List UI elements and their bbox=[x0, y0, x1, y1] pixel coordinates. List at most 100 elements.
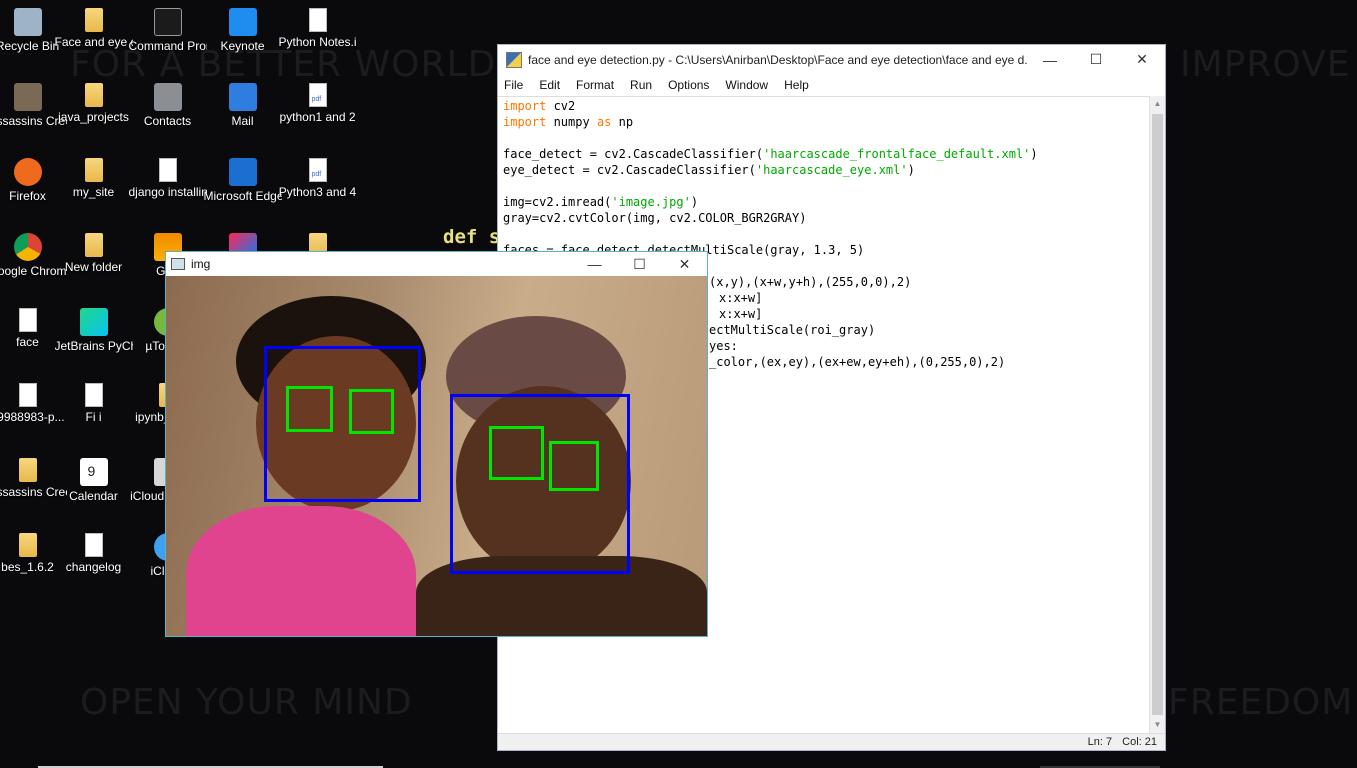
face-box bbox=[450, 394, 630, 574]
desktop-icon[interactable]: Mail bbox=[205, 77, 280, 129]
desktop-icon[interactable]: my_site bbox=[56, 152, 131, 200]
status-bar: Ln: 7 Col: 21 bbox=[498, 733, 1165, 750]
desktop-icon-label: my_site bbox=[72, 185, 115, 199]
desktop-icon-label: Fi i bbox=[85, 410, 102, 424]
desktop-icon[interactable]: 9 Calendar bbox=[56, 452, 131, 504]
menu-help[interactable]: Help bbox=[784, 78, 809, 92]
desktop-icon[interactable]: Fi i bbox=[56, 377, 131, 425]
desktop-icon[interactable]: django installing ... bbox=[128, 152, 207, 200]
image-window-titlebar[interactable]: img — ☐ ✕ bbox=[166, 252, 707, 276]
wallpaper-text: FREEDOM bbox=[1168, 682, 1354, 723]
editor-title: face and eye detection.py - C:\Users\Ani… bbox=[528, 52, 1027, 67]
desktop-icon-label: Python Notes.ipynb bbox=[278, 35, 357, 49]
menu-run[interactable]: Run bbox=[630, 78, 652, 92]
desktop-icon[interactable]: New folder bbox=[56, 227, 131, 275]
code-line: import cv2 bbox=[503, 99, 576, 113]
desktop-icon[interactable]: python1 and 2 bbox=[279, 77, 356, 125]
desktop-icon-label: bes_1.6.2 bbox=[1, 560, 54, 574]
calendar-icon: 9 bbox=[79, 458, 108, 486]
desktop-icon-label: Command Prompt bbox=[128, 39, 207, 53]
folder-icon bbox=[84, 8, 103, 32]
eye-box bbox=[349, 389, 394, 434]
document-icon bbox=[84, 533, 103, 557]
wallpaper-text: OPEN YOUR MIND bbox=[80, 682, 413, 723]
eye-box bbox=[549, 441, 599, 491]
menu-format[interactable]: Format bbox=[576, 78, 614, 92]
menu-file[interactable]: File bbox=[504, 78, 523, 92]
desktop-icon-label: changelog bbox=[65, 560, 122, 574]
close-button[interactable]: ✕ bbox=[1119, 45, 1165, 74]
folder-icon bbox=[18, 533, 37, 557]
pdf-icon bbox=[308, 83, 327, 107]
menu-options[interactable]: Options bbox=[668, 78, 709, 92]
desktop-icon[interactable]: Contacts bbox=[130, 77, 205, 129]
image-window-title: img bbox=[191, 257, 211, 271]
desktop-icon-label: django installing ... bbox=[128, 185, 207, 199]
desktop-icon[interactable]: changelog bbox=[56, 527, 131, 575]
shirt-left bbox=[186, 506, 416, 636]
desktop-icon-label: java_projects bbox=[58, 110, 129, 124]
folder-icon bbox=[84, 233, 103, 257]
desktop-icon-label: Mail bbox=[231, 114, 254, 128]
desktop-icon[interactable]: Python Notes.ipynb bbox=[278, 2, 357, 50]
desktop-icon[interactable]: Keynote bbox=[205, 2, 280, 54]
code-line: eye_detect = cv2.CascadeClassifier('haar… bbox=[503, 163, 915, 177]
eye-box bbox=[489, 426, 544, 480]
desktop-icon[interactable]: Python3 and 4 bbox=[278, 152, 357, 200]
window-icon bbox=[171, 258, 185, 270]
maximize-button[interactable]: ☐ bbox=[1073, 45, 1119, 74]
assassins-creed-icon bbox=[13, 83, 42, 111]
code-line: gray=cv2.cvtColor(img, cv2.COLOR_BGR2GRA… bbox=[503, 211, 807, 225]
editor-titlebar[interactable]: face and eye detection.py - C:\Users\Ani… bbox=[498, 45, 1165, 74]
contacts-icon bbox=[153, 83, 182, 111]
mail-icon bbox=[228, 83, 257, 111]
desktop-icon[interactable]: Microsoft Edge bbox=[203, 152, 282, 204]
wallpaper-text: IMPROVE bbox=[1180, 44, 1351, 85]
maximize-button[interactable]: ☐ bbox=[617, 252, 662, 276]
chrome-icon bbox=[13, 233, 42, 261]
close-button[interactable]: ✕ bbox=[662, 252, 707, 276]
minimize-button[interactable]: — bbox=[572, 252, 617, 276]
pycharm-icon bbox=[79, 308, 108, 336]
desktop-icon-label: Face and eye detection bbox=[54, 35, 133, 49]
document-icon bbox=[84, 383, 103, 407]
desktop-icon-label: Python3 and 4 bbox=[278, 185, 357, 199]
folder-icon bbox=[84, 83, 103, 107]
desktop-icon-label: Contacts bbox=[143, 114, 192, 128]
scroll-down-icon[interactable]: ▼ bbox=[1150, 717, 1165, 733]
desktop-icon-label: 69988983-p... bbox=[0, 410, 65, 424]
edge-icon bbox=[228, 158, 257, 186]
recycle-bin-icon bbox=[13, 8, 42, 36]
vertical-scrollbar[interactable]: ▲ ▼ bbox=[1149, 96, 1165, 733]
menu-bar: File Edit Format Run Options Window Help bbox=[498, 74, 1165, 96]
calendar-day: 9 bbox=[87, 463, 96, 479]
scroll-up-icon[interactable]: ▲ bbox=[1150, 96, 1165, 112]
desktop-icon[interactable]: Command Prompt bbox=[128, 2, 207, 54]
desktop-icon[interactable]: java_projects bbox=[56, 77, 131, 125]
detection-photo bbox=[166, 276, 707, 636]
folder-icon bbox=[84, 158, 103, 182]
desktop-icon[interactable]: JetBrains PyCharm ... bbox=[54, 302, 133, 354]
scroll-thumb[interactable] bbox=[1152, 114, 1163, 715]
document-icon bbox=[18, 308, 37, 332]
code-line: face_detect = cv2.CascadeClassifier('haa… bbox=[503, 147, 1038, 161]
code-line: import numpy as np bbox=[503, 115, 634, 129]
wallpaper-code: def s bbox=[443, 226, 501, 248]
menu-window[interactable]: Window bbox=[725, 78, 768, 92]
desktop-icon-label: python1 and 2 bbox=[279, 110, 356, 124]
desktop-icon-label: face bbox=[16, 335, 39, 349]
menu-edit[interactable]: Edit bbox=[539, 78, 560, 92]
document-icon bbox=[308, 8, 327, 32]
keynote-icon bbox=[228, 8, 257, 36]
command-prompt-icon bbox=[153, 8, 182, 36]
python-file-icon bbox=[506, 51, 522, 68]
desktop-icon-label: Recycle Bin bbox=[0, 39, 60, 53]
desktop-icon-label: Calendar bbox=[69, 489, 118, 503]
eye-box bbox=[286, 386, 333, 432]
desktop-icon[interactable]: Face and eye detection bbox=[54, 2, 133, 50]
minimize-button[interactable]: — bbox=[1027, 45, 1073, 74]
desktop-icon-label: JetBrains PyCharm ... bbox=[54, 339, 133, 353]
pdf-icon bbox=[308, 158, 327, 182]
image-window[interactable]: img — ☐ ✕ bbox=[165, 251, 708, 637]
desktop-icon-label: Microsoft Edge bbox=[203, 189, 282, 203]
